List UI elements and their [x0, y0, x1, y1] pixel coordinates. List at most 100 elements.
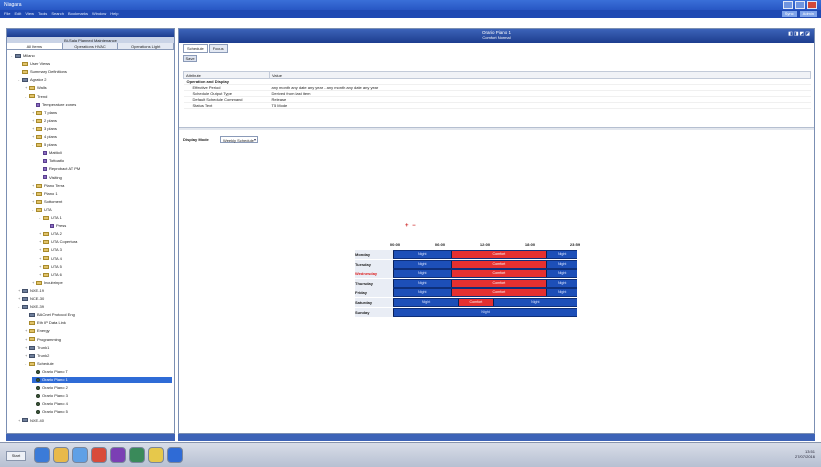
schedule-segment-comfort[interactable]: Comfort [450, 289, 547, 297]
menu-tools[interactable]: Tools [38, 11, 47, 16]
tree-node[interactable]: + T plans [32, 110, 57, 116]
schedule-segment-night[interactable]: Night [393, 270, 451, 278]
menu-search[interactable]: Search [51, 11, 64, 16]
schedule-segment-night[interactable]: Night [393, 289, 451, 297]
maximize-button[interactable] [795, 1, 805, 9]
tree-node[interactable]: + UTA 2 [39, 231, 62, 237]
menu-view[interactable]: View [25, 11, 34, 16]
day-timeline[interactable]: Night Comfort Night [393, 259, 577, 269]
day-timeline[interactable]: Night Comfort Night [393, 269, 577, 279]
schedule-segment-comfort[interactable]: Comfort [450, 251, 547, 258]
tree-node[interactable]: + Energy [25, 328, 50, 334]
tree-node[interactable]: - Schedule [25, 361, 54, 367]
tree-node[interactable]: Eth IP Data Link [25, 320, 66, 326]
menu-file[interactable]: File [4, 11, 10, 16]
tree-node[interactable]: + Programming [25, 337, 61, 343]
tab-focus[interactable]: Focus [208, 44, 228, 53]
tab-operations-light[interactable]: Operations Light [118, 43, 175, 49]
schedule-segment-comfort[interactable]: Comfort [450, 279, 547, 287]
tree-node[interactable]: - Milano [11, 53, 35, 59]
tree-node[interactable]: + Walls [25, 85, 47, 91]
header-toolbar-icons[interactable]: ◧◨◩◪ [788, 31, 811, 37]
schedule-segment-night[interactable]: Night [393, 298, 459, 306]
onenote-icon[interactable] [110, 447, 126, 463]
niagara-icon[interactable] [167, 447, 183, 463]
tree-node[interactable]: + NCE-30 [18, 296, 44, 302]
menu-edit[interactable]: Edit [14, 11, 21, 16]
tree-node[interactable]: + UTA 5 [39, 264, 62, 270]
day-timeline[interactable]: Night Comfort Night [393, 278, 577, 288]
tree-node[interactable]: Press [46, 223, 66, 229]
column-header-value[interactable]: Value [269, 71, 811, 79]
day-timeline[interactable]: Night Comfort Night [393, 288, 577, 298]
save-button[interactable]: Save [183, 55, 197, 62]
tree-node[interactable]: Orario Piano 4 [32, 401, 68, 407]
schedule-segment-comfort[interactable]: Comfort [458, 298, 493, 306]
close-button[interactable] [807, 1, 817, 9]
tree-node[interactable]: -5 plans [32, 142, 57, 148]
table-row[interactable]: Status Text T5 Mode [183, 102, 811, 109]
tree-node[interactable]: +2 plans [32, 118, 57, 124]
tree-node[interactable]: + Trunk1 [25, 345, 49, 351]
tree-node[interactable]: Tottoatlo [39, 158, 64, 164]
schedule-segment-night[interactable]: Night [393, 260, 451, 268]
tree-node[interactable]: - Trend [25, 94, 47, 100]
tree-node[interactable]: + Piano 1 [32, 191, 58, 197]
tree-node[interactable]: Orario Piano 2 [32, 385, 68, 391]
tree-node[interactable]: Visiting [39, 175, 62, 181]
tree-node[interactable]: + UTA 4 [39, 256, 62, 262]
tab-operations-hvac[interactable]: Operations HVAC [62, 43, 119, 49]
schedule-segment-night[interactable]: Night [393, 308, 577, 316]
tree-node[interactable]: + UTA Copertura [39, 239, 77, 245]
schedule-segment-night[interactable]: Night [393, 251, 451, 258]
schedule-segment-comfort[interactable]: Comfort [450, 270, 547, 278]
tree-node[interactable]: User Views [18, 61, 50, 67]
start-button[interactable]: Start [6, 451, 26, 461]
tree-node[interactable]: + NXE-19 [18, 288, 44, 294]
menu-bookmarks[interactable]: Bookmarks [68, 11, 88, 16]
tree-node[interactable]: Summary Definitions [18, 69, 67, 75]
tree-node[interactable]: Orario Piano 5 [32, 409, 68, 415]
schedule-segment-comfort[interactable]: Comfort [450, 260, 547, 268]
day-timeline[interactable]: Night Comfort Night [393, 250, 577, 259]
zoom-controls[interactable]: + − [405, 223, 417, 229]
schedule-segment-night[interactable]: Night [492, 298, 577, 306]
tree-node[interactable]: + NXE-40 [18, 418, 44, 424]
chrome-icon[interactable] [91, 447, 107, 463]
day-timeline[interactable]: Night [393, 307, 577, 317]
tree-node[interactable]: +3 plans [32, 126, 57, 132]
tree-node[interactable]: Mattioli [39, 150, 62, 156]
display-mode-select[interactable]: Weekly Schedule ▾ [220, 136, 258, 143]
tree-node[interactable]: +4 plans [32, 134, 57, 140]
tree-node[interactable]: + Incubrinpe [32, 280, 63, 286]
tab-schedule[interactable]: Schedule [183, 44, 208, 53]
media-icon[interactable] [72, 447, 88, 463]
tree-node[interactable]: + Sottoment [32, 199, 62, 205]
column-header-attribute[interactable]: Attribute [183, 71, 270, 79]
folder-icon[interactable] [53, 447, 69, 463]
day-timeline[interactable]: Night Comfort Night [393, 297, 577, 307]
schedule-segment-night[interactable]: Night [546, 270, 577, 278]
tree-node[interactable]: + Piano Terra [32, 183, 64, 189]
schedule-segment-night[interactable]: Night [546, 279, 577, 287]
menu-window[interactable]: Window [92, 11, 106, 16]
tree-node[interactable]: + UTA 3 [39, 247, 62, 253]
tab-all-items[interactable]: All Items [7, 43, 63, 49]
tree-node[interactable]: Temperature zones [32, 102, 76, 108]
pane-splitter[interactable] [179, 127, 814, 130]
sync-button[interactable]: Sync [781, 11, 797, 17]
tree-node[interactable]: + UTA 6 [39, 272, 62, 278]
tree-node[interactable]: - Agrator 2 [18, 77, 46, 83]
tree-node[interactable]: - UTA [32, 207, 52, 213]
schedule-segment-night[interactable]: Night [546, 289, 577, 297]
tree-node[interactable]: Reprobact AT PM [39, 166, 80, 172]
tree-node[interactable]: - NXE-39 [18, 304, 44, 310]
schedule-segment-night[interactable]: Night [393, 279, 451, 287]
tree-node[interactable]: Orario Piano T [32, 369, 68, 375]
paint-icon[interactable] [148, 447, 164, 463]
tree-node[interactable]: BACnet Protocol Eng [25, 312, 75, 318]
admin-button[interactable]: Admin [799, 11, 817, 17]
minimize-button[interactable] [783, 1, 793, 9]
ie-icon[interactable] [34, 447, 50, 463]
schedule-segment-night[interactable]: Night [546, 260, 577, 268]
